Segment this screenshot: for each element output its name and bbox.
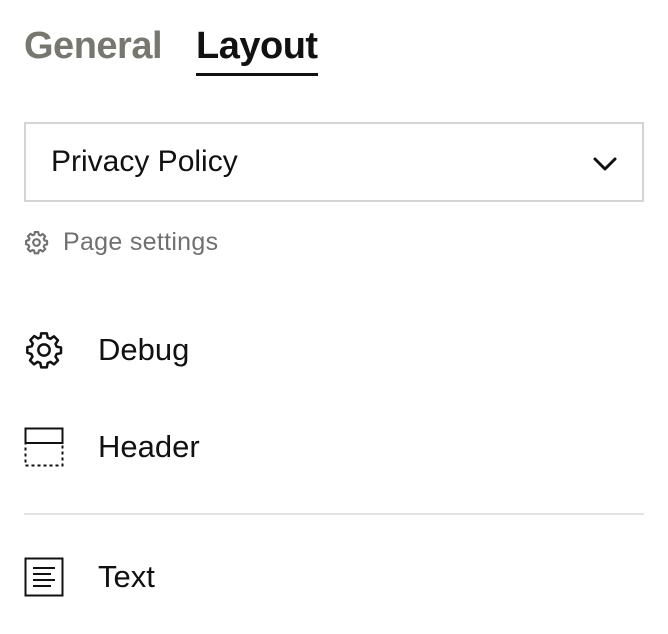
layout-item-label: Header [98, 429, 200, 464]
page-settings-label: Page settings [63, 228, 219, 256]
tab-bar: General Layout [24, 22, 318, 76]
page-select-value: Privacy Policy [51, 145, 238, 178]
header-layout-icon [24, 427, 64, 467]
layout-item-label: Debug [98, 332, 190, 367]
layout-item-header[interactable]: Header [24, 427, 200, 467]
gear-icon [26, 332, 63, 369]
tab-general[interactable]: General [24, 22, 163, 70]
text-block-icon [24, 557, 64, 597]
section-divider [24, 513, 644, 515]
page-settings-link[interactable]: Page settings [24, 228, 218, 257]
layout-item-label: Text [98, 559, 155, 594]
layout-item-debug[interactable]: Debug [24, 330, 189, 370]
chevron-down-icon [593, 157, 617, 171]
tab-layout[interactable]: Layout [196, 22, 318, 76]
page-select[interactable]: Privacy Policy [24, 122, 644, 202]
layout-item-text[interactable]: Text [24, 557, 155, 597]
gear-icon [25, 231, 49, 255]
